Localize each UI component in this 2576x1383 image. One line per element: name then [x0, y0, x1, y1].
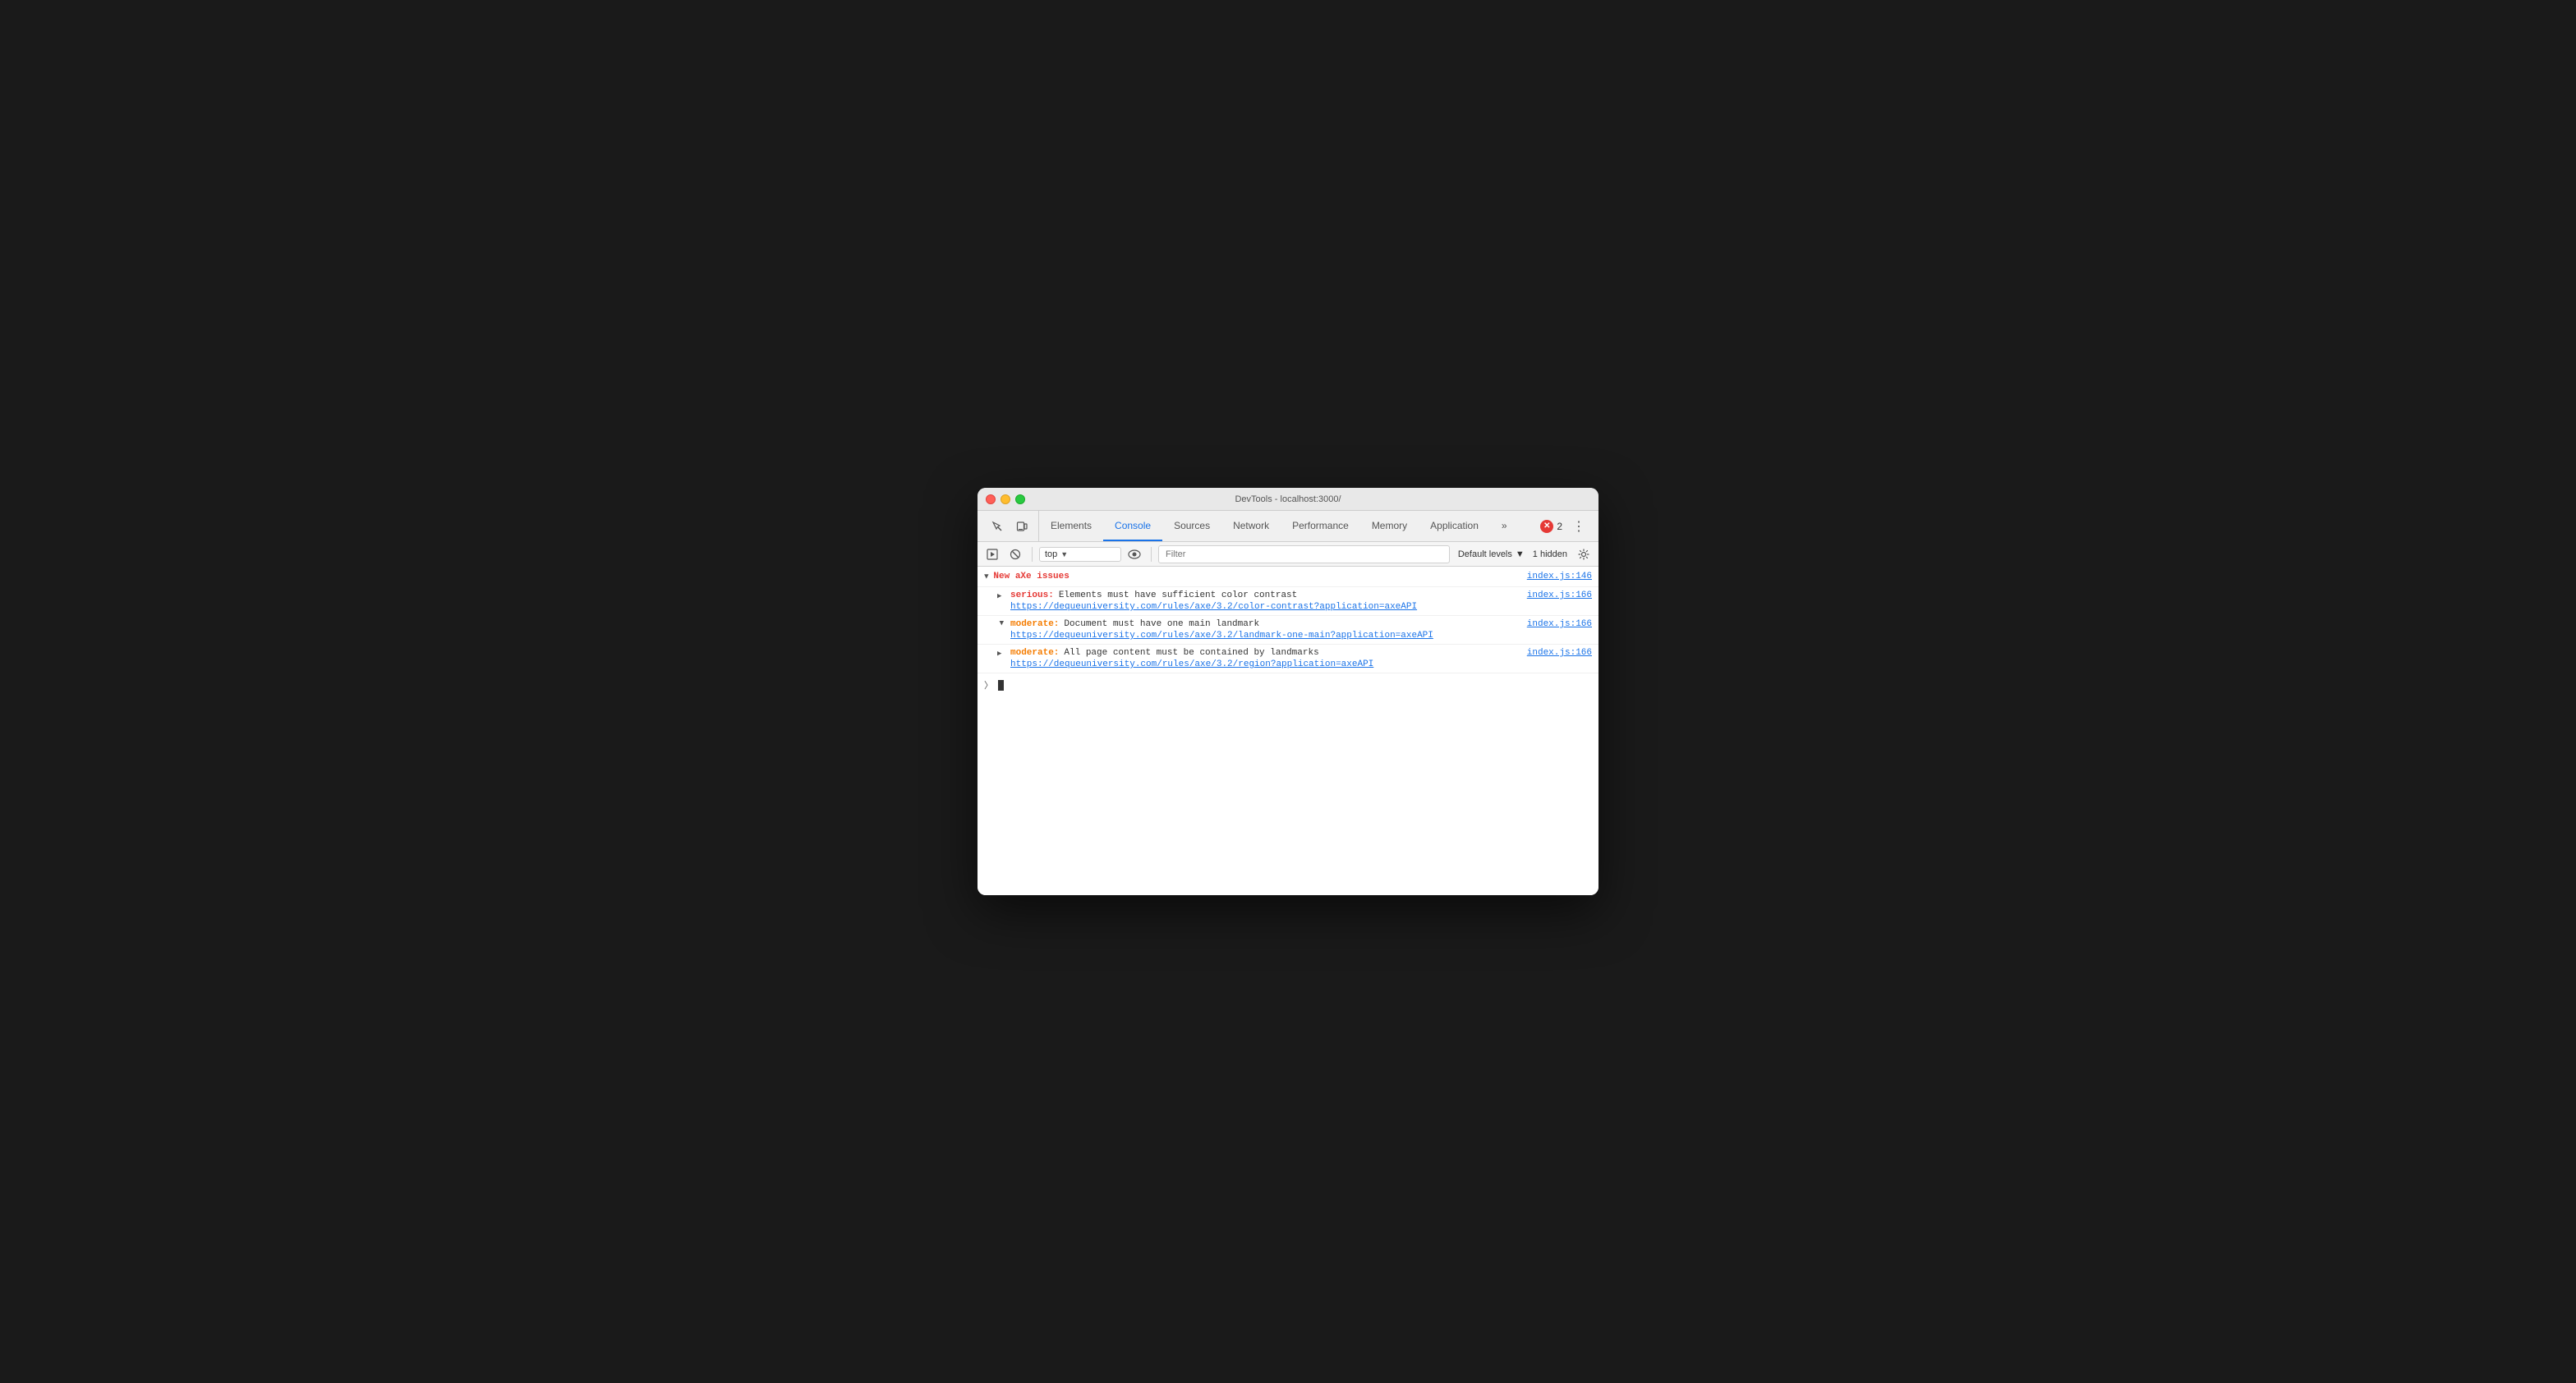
- run-snippet-button[interactable]: [982, 544, 1002, 564]
- context-value: top: [1045, 549, 1057, 559]
- console-input-line: 〉: [978, 673, 1598, 696]
- tab-performance[interactable]: Performance: [1281, 511, 1360, 541]
- tab-application[interactable]: Application: [1419, 511, 1490, 541]
- settings-button[interactable]: [1574, 544, 1594, 564]
- group-title: New aXe issues: [993, 572, 1069, 581]
- clear-console-button[interactable]: [1005, 544, 1025, 564]
- issue-group-header[interactable]: ▶ New aXe issues index.js:146: [978, 567, 1598, 587]
- levels-dropdown[interactable]: Default levels ▼: [1453, 548, 1530, 561]
- issue-url-serious[interactable]: https://dequeuniversity.com/rules/axe/3.…: [1010, 602, 1592, 612]
- issue-line-serious: ▶ serious: Elements must have sufficient…: [997, 590, 1592, 600]
- minimize-button[interactable]: [1000, 494, 1010, 504]
- levels-arrow: ▼: [1516, 549, 1525, 559]
- input-prompt-icon: 〉: [984, 678, 993, 692]
- issue-source-serious[interactable]: index.js:166: [1527, 590, 1592, 600]
- filter-input[interactable]: [1158, 545, 1450, 563]
- tabs: Elements Console Sources Network Perform…: [1039, 511, 1534, 541]
- separator-2: [1151, 547, 1152, 562]
- separator-1: [1032, 547, 1033, 562]
- issue-source-moderate-1[interactable]: index.js:166: [1527, 619, 1592, 629]
- maximize-button[interactable]: [1015, 494, 1025, 504]
- group-source-link[interactable]: index.js:146: [1527, 572, 1592, 581]
- titlebar: DevTools - localhost:3000/: [978, 488, 1598, 511]
- context-select[interactable]: top ▼: [1039, 547, 1121, 562]
- issue-expand-moderate-2[interactable]: ▶: [997, 650, 1005, 658]
- hidden-count: 1 hidden: [1533, 549, 1567, 559]
- eye-button[interactable]: [1125, 544, 1144, 564]
- input-cursor[interactable]: [998, 680, 1004, 691]
- severity-label-serious: serious:: [1010, 590, 1054, 600]
- tab-sources[interactable]: Sources: [1162, 511, 1221, 541]
- context-select-arrow: ▼: [1060, 550, 1068, 558]
- issue-text-moderate-2: All page content must be contained by la…: [1064, 648, 1521, 658]
- error-badge[interactable]: ✕ 2: [1540, 520, 1562, 533]
- issue-url-moderate-2[interactable]: https://dequeuniversity.com/rules/axe/3.…: [1010, 659, 1592, 669]
- device-toolbar-button[interactable]: [1010, 515, 1033, 538]
- tab-memory[interactable]: Memory: [1360, 511, 1419, 541]
- list-item: ▶ moderate: All page content must be con…: [978, 645, 1598, 673]
- severity-label-moderate-1: moderate:: [1010, 619, 1059, 629]
- issue-line-moderate-2: ▶ moderate: All page content must be con…: [997, 648, 1592, 658]
- error-count: 2: [1557, 521, 1562, 532]
- error-icon: ✕: [1540, 520, 1553, 533]
- more-options-button[interactable]: ⋮: [1569, 518, 1589, 535]
- tab-more[interactable]: »: [1490, 511, 1519, 541]
- tab-console[interactable]: Console: [1103, 511, 1162, 541]
- issue-text-moderate-1: Document must have one main landmark: [1064, 619, 1521, 629]
- issue-expand-moderate-1[interactable]: ▶: [997, 621, 1005, 629]
- window-title: DevTools - localhost:3000/: [1235, 494, 1341, 504]
- issue-url-moderate-1[interactable]: https://dequeuniversity.com/rules/axe/3.…: [1010, 631, 1592, 641]
- tab-right-section: ✕ 2 ⋮: [1534, 511, 1595, 541]
- traffic-lights: [986, 494, 1025, 504]
- issue-line-moderate-1: ▶ moderate: Document must have one main …: [997, 619, 1592, 629]
- tab-icon-group: [981, 511, 1039, 541]
- tabbar: Elements Console Sources Network Perform…: [978, 511, 1598, 542]
- severity-label-moderate-2: moderate:: [1010, 648, 1059, 658]
- issue-expand-serious[interactable]: ▶: [997, 592, 1005, 600]
- list-item: ▶ serious: Elements must have sufficient…: [978, 587, 1598, 616]
- group-expand-arrow: ▶: [982, 574, 991, 578]
- devtools-window: DevTools - localhost:3000/ Elements: [978, 488, 1598, 895]
- levels-label: Default levels: [1458, 549, 1512, 559]
- console-toolbar: top ▼ Default levels ▼ 1 hidden: [978, 542, 1598, 567]
- tab-network[interactable]: Network: [1221, 511, 1281, 541]
- issue-source-moderate-2[interactable]: index.js:166: [1527, 648, 1592, 658]
- list-item: ▶ moderate: Document must have one main …: [978, 616, 1598, 645]
- tab-elements[interactable]: Elements: [1039, 511, 1103, 541]
- close-button[interactable]: [986, 494, 996, 504]
- issue-text-serious: Elements must have sufficient color cont…: [1059, 590, 1522, 600]
- inspect-element-button[interactable]: [986, 515, 1009, 538]
- console-content: ▶ New aXe issues index.js:146 ▶ serious:…: [978, 567, 1598, 895]
